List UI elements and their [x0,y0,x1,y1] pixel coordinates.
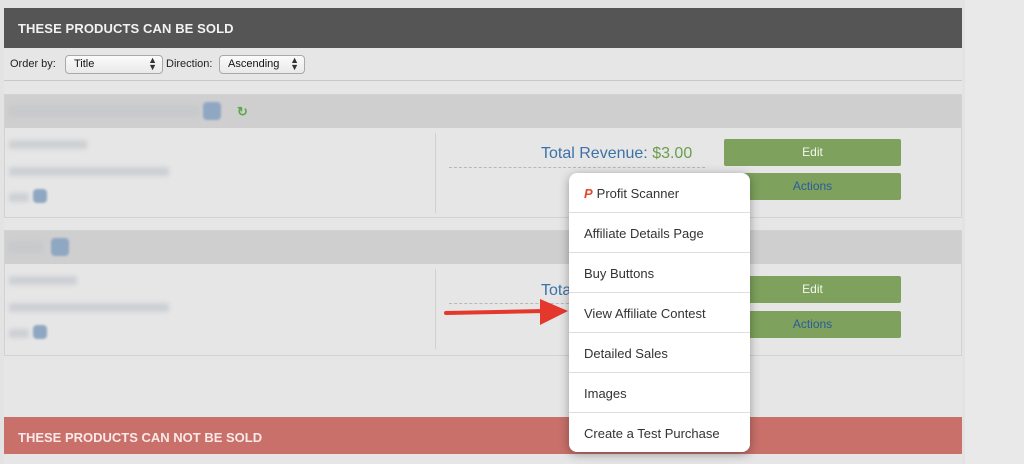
product-detail [9,140,87,149]
total-revenue-value: $3.00 [652,145,693,162]
edit-button[interactable]: Edit [724,139,901,166]
product-detail [9,193,29,202]
menu-item-view-affiliate-contest[interactable]: View Affiliate Contest [569,293,750,333]
edit-label: Edit [802,282,823,296]
product-header [5,231,961,264]
column-divider [435,133,436,213]
actions-button[interactable]: Actions [724,173,901,200]
product-card: ↻ Total Revenue: $3.00 Edit Actions [4,94,962,218]
page-margin [965,0,1024,464]
menu-item-detailed-sales[interactable]: Detailed Sales [569,333,750,373]
pin-icon[interactable] [203,102,221,120]
product-header: ↻ [5,95,961,128]
actions-dropdown-menu: P Profit Scanner Affiliate Details Page B… [569,173,750,452]
menu-item-label: Buy Buttons [584,266,655,281]
column-divider [435,269,436,349]
total-revenue: Total Revenue: $3.00 [541,145,692,163]
product-title [9,241,43,253]
divider [4,80,962,81]
direction-select[interactable]: Ascending ▲ ▼ [219,55,305,74]
menu-item-label: Detailed Sales [584,346,668,361]
not-sold-section-title: THESE PRODUCTS CAN NOT BE SOLD [18,430,263,445]
actions-label: Actions [792,179,833,193]
menu-item-create-test-purchase[interactable]: Create a Test Purchase [569,413,750,452]
menu-item-affiliate-details-page[interactable]: Affiliate Details Page [569,213,750,253]
order-by-value: Title [74,58,95,70]
total-revenue-label: Tota [541,282,572,299]
product-detail [9,303,169,312]
product-card: Tota Edit Actions [4,230,962,356]
product-title [9,105,199,117]
refresh-icon[interactable]: ↻ [237,104,248,120]
order-by-label: Order by: [10,58,56,70]
total-revenue-label: Total Revenue: [541,145,648,162]
profit-scanner-logo-icon: P [584,186,593,201]
red-arrow-icon [444,299,568,325]
menu-item-label: View Affiliate Contest [584,306,706,321]
link-icon[interactable] [33,189,47,203]
menu-item-label: Affiliate Details Page [584,226,704,241]
menu-item-buy-buttons[interactable]: Buy Buttons [569,253,750,293]
dashed-separator [449,167,705,168]
menu-item-label: Profit Scanner [596,186,680,201]
sold-section-title: THESE PRODUCTS CAN BE SOLD [18,21,234,36]
product-detail [9,167,169,176]
sold-section-header: THESE PRODUCTS CAN BE SOLD [4,8,962,48]
not-sold-section-header: THESE PRODUCTS CAN NOT BE SOLD [4,417,962,454]
select-arrows-icon: ▲ ▼ [148,55,157,72]
products-panel: THESE PRODUCTS CAN BE SOLD Order by: Tit… [4,8,962,464]
direction-value: Ascending [228,58,280,70]
menu-item-label: Images [584,386,627,401]
pin-icon[interactable] [51,238,69,256]
edit-label: Edit [802,145,823,159]
link-icon[interactable] [33,325,47,339]
actions-button[interactable]: Actions [724,311,901,338]
menu-item-images[interactable]: Images [569,373,750,413]
order-by-select[interactable]: Title ▲ ▼ [65,55,163,74]
page: THESE PRODUCTS CAN BE SOLD Order by: Tit… [0,0,1024,464]
menu-item-profit-scanner[interactable]: P Profit Scanner [569,173,750,213]
actions-label: Actions [792,317,833,331]
product-detail [9,329,29,338]
select-arrows-icon: ▲ ▼ [290,55,299,72]
menu-item-label: Create a Test Purchase [584,426,720,441]
product-detail [9,276,77,285]
direction-label: Direction: [166,58,213,70]
edit-button[interactable]: Edit [724,276,901,303]
